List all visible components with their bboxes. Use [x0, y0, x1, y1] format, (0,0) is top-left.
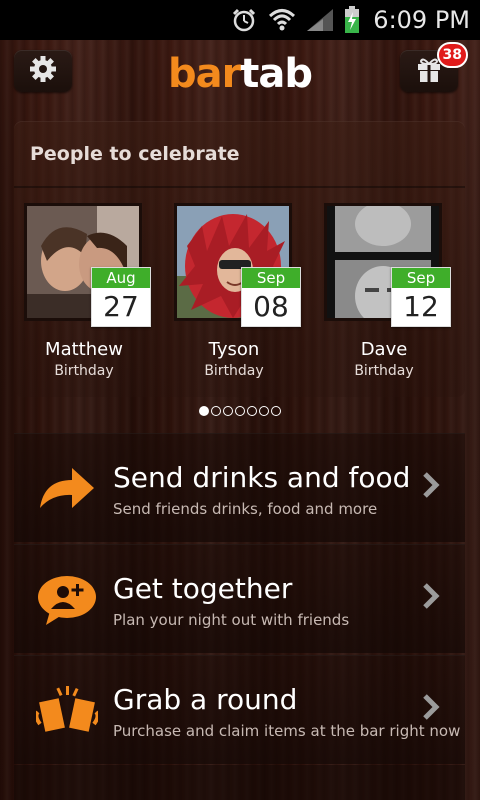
action-subtitle: Plan your night out with friends — [113, 611, 350, 629]
calendar-month: Sep — [242, 268, 300, 288]
person-occasion: Birthday — [354, 363, 414, 379]
page-dot-active[interactable] — [199, 406, 209, 416]
app-header: bartab 38 — [0, 40, 480, 104]
status-bar: 6:09 PM — [0, 0, 480, 40]
chevron-right-icon — [421, 692, 441, 722]
birthday-calendar: Sep 08 — [241, 267, 301, 327]
birthday-calendar: Aug 27 — [91, 267, 151, 327]
arrow-icon — [36, 464, 98, 514]
person-name: Tyson — [208, 339, 260, 360]
action-subtitle: Send friends drinks, food and more — [113, 500, 378, 518]
chevron-right-icon — [421, 581, 441, 611]
page-dot[interactable] — [235, 406, 245, 416]
battery-charging-icon — [343, 6, 361, 34]
person-card[interactable]: Aug 27 Matthew Birthday — [14, 203, 154, 383]
person-card[interactable]: Sep 12 Dave Birthday — [314, 203, 454, 383]
beer-toast-icon — [34, 686, 100, 736]
logo-tab-text: tab — [240, 51, 313, 97]
calendar-month: Sep — [392, 268, 450, 288]
calendar-day: 08 — [253, 290, 289, 323]
clock: 6:09 PM — [373, 6, 470, 34]
get-together-row[interactable]: Get together Plan your night out with fr… — [14, 544, 465, 653]
action-list: Send drinks and food Send friends drinks… — [14, 433, 465, 766]
calendar-day: 27 — [103, 290, 139, 323]
page-dot[interactable] — [247, 406, 257, 416]
page-dot[interactable] — [259, 406, 269, 416]
person-occasion: Birthday — [54, 363, 114, 379]
wifi-icon — [267, 6, 297, 34]
signal-icon — [305, 6, 335, 34]
list-overflow-row — [14, 765, 465, 800]
celebrate-panel: People to celebrate Aug 27 Matthew Birth… — [14, 121, 465, 397]
action-title: Send drinks and food — [113, 461, 411, 494]
action-title: Grab a round — [113, 683, 298, 716]
grab-a-round-row[interactable]: Grab a round Purchase and claim items at… — [14, 655, 465, 764]
person-name: Dave — [360, 339, 408, 360]
page-dot[interactable] — [223, 406, 233, 416]
gift-count-badge: 38 — [436, 42, 468, 68]
divider — [14, 186, 465, 188]
calendar-month: Aug — [92, 268, 150, 288]
logo-bar-text: bar — [167, 51, 241, 97]
birthday-calendar: Sep 12 — [391, 267, 451, 327]
page-dot[interactable] — [271, 406, 281, 416]
carousel-page-indicator[interactable] — [0, 406, 480, 416]
person-name: Matthew — [45, 339, 123, 360]
person-card[interactable]: Sep 08 Tyson Birthday — [164, 203, 304, 383]
celebrate-title: People to celebrate — [30, 143, 240, 165]
page-dot[interactable] — [211, 406, 221, 416]
action-title: Get together — [113, 572, 293, 605]
send-drinks-row[interactable]: Send drinks and food Send friends drinks… — [14, 433, 465, 542]
gifts-button[interactable]: 38 — [400, 42, 468, 92]
chevron-right-icon — [421, 470, 441, 500]
calendar-day: 12 — [403, 290, 439, 323]
add-friend-icon — [36, 575, 98, 625]
action-subtitle: Purchase and claim items at the bar righ… — [113, 722, 461, 740]
alarm-icon — [229, 6, 259, 34]
person-occasion: Birthday — [204, 363, 264, 379]
